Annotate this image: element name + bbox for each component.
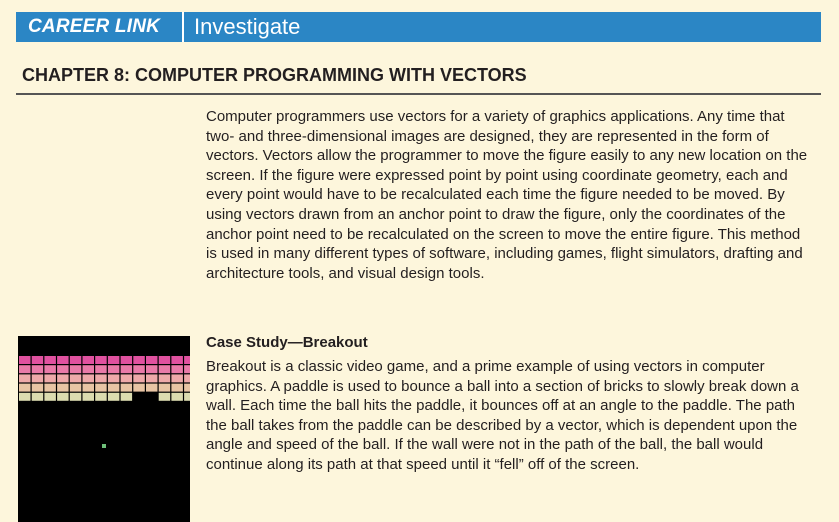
brick xyxy=(146,365,158,374)
brick xyxy=(82,383,94,392)
brick xyxy=(31,374,44,383)
brick xyxy=(31,365,44,374)
brick xyxy=(107,356,120,364)
brick xyxy=(107,374,120,383)
brick xyxy=(19,356,31,364)
brick xyxy=(31,383,44,392)
chapter-divider xyxy=(16,93,821,95)
brick xyxy=(44,392,56,401)
brick xyxy=(146,374,158,383)
brick xyxy=(82,356,94,364)
brick xyxy=(171,356,183,364)
brick xyxy=(69,383,82,392)
brick xyxy=(107,383,120,392)
brick xyxy=(133,374,145,383)
brick xyxy=(19,374,31,383)
brick xyxy=(57,365,69,374)
brick xyxy=(31,392,44,401)
brick xyxy=(184,374,190,383)
career-link-banner: CAREER LINK Investigate xyxy=(16,12,821,42)
brick xyxy=(57,374,69,383)
brick xyxy=(120,392,133,401)
brick xyxy=(44,356,56,364)
brick xyxy=(69,392,82,401)
brick xyxy=(95,374,107,383)
brick xyxy=(44,374,56,383)
brick xyxy=(133,365,145,374)
brick xyxy=(158,365,171,374)
brick xyxy=(57,383,69,392)
brick xyxy=(171,374,183,383)
brick xyxy=(146,356,158,364)
brick xyxy=(158,374,171,383)
brick xyxy=(19,365,31,374)
ball xyxy=(102,444,106,448)
brick xyxy=(171,365,183,374)
brick xyxy=(120,383,133,392)
brick xyxy=(133,383,145,392)
brick xyxy=(19,392,31,401)
brick xyxy=(95,365,107,374)
breakout-game-svg xyxy=(19,356,190,448)
brick xyxy=(184,392,190,401)
brick xyxy=(107,365,120,374)
brick xyxy=(82,374,94,383)
intro-paragraph: Computer programmers use vectors for a v… xyxy=(206,108,808,282)
brick xyxy=(19,383,31,392)
brick xyxy=(95,392,107,401)
brick xyxy=(184,365,190,374)
brick xyxy=(184,356,190,364)
brick xyxy=(57,356,69,364)
brick xyxy=(95,383,107,392)
case-study-title: Case Study—Breakout xyxy=(206,334,368,351)
brick xyxy=(44,365,56,374)
brick xyxy=(184,383,190,392)
banner-title: Investigate xyxy=(194,14,301,39)
brick xyxy=(69,374,82,383)
brick xyxy=(69,365,82,374)
chapter-title: CHAPTER 8: COMPUTER PROGRAMMING WITH VEC… xyxy=(22,65,527,85)
brick xyxy=(44,383,56,392)
brick xyxy=(158,356,171,364)
brick xyxy=(95,356,107,364)
breakout-game-illustration xyxy=(18,336,190,522)
brick xyxy=(146,383,158,392)
brick xyxy=(158,392,171,401)
brick xyxy=(82,365,94,374)
banner-tag: CAREER LINK xyxy=(28,16,161,37)
brick xyxy=(120,365,133,374)
brick xyxy=(31,356,44,364)
brick xyxy=(120,356,133,364)
brick xyxy=(158,383,171,392)
brick xyxy=(69,356,82,364)
brick xyxy=(57,392,69,401)
brick xyxy=(171,392,183,401)
brick xyxy=(82,392,94,401)
case-study-paragraph: Breakout is a classic video game, and a … xyxy=(206,358,799,473)
brick xyxy=(133,356,145,364)
brick xyxy=(171,383,183,392)
brick xyxy=(107,392,120,401)
brick xyxy=(120,374,133,383)
